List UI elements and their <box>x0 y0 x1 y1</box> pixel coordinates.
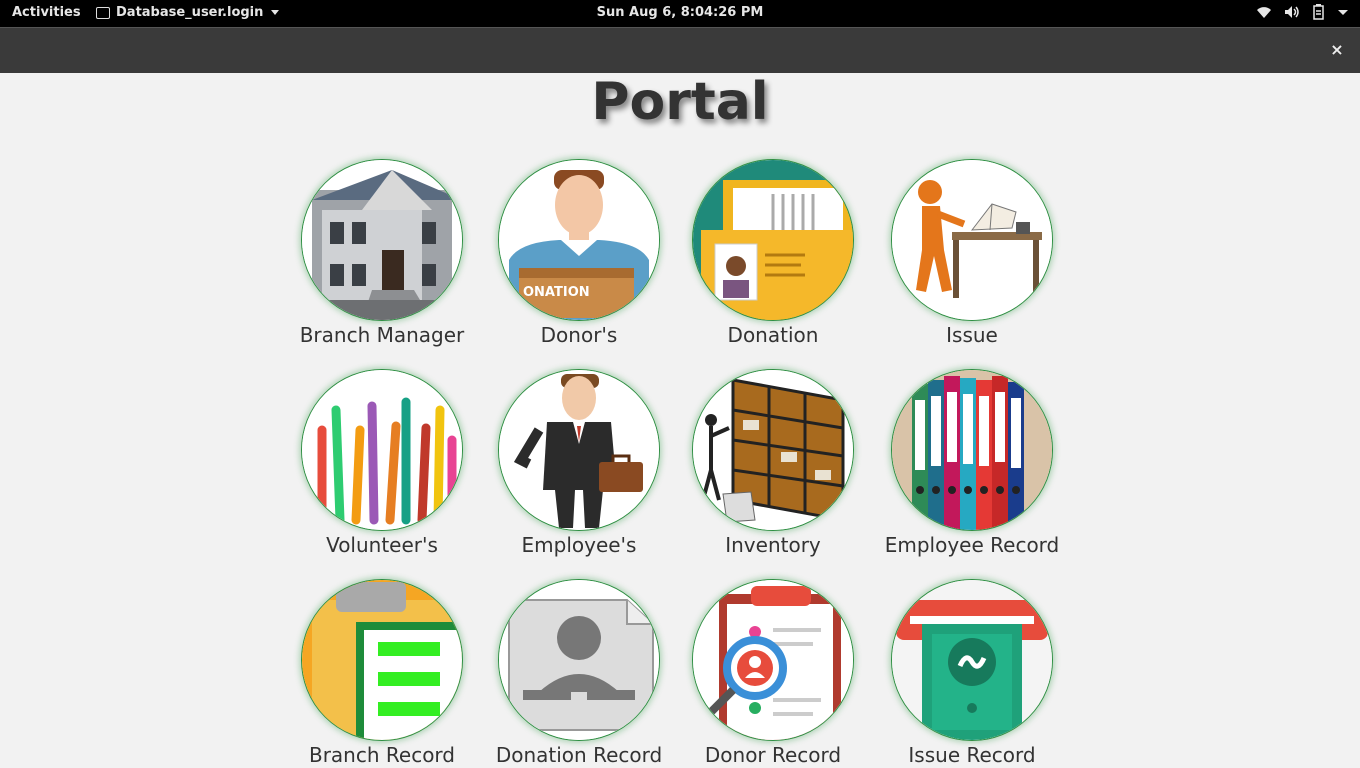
tile-label: Volunteer's <box>326 533 438 557</box>
tile-donor-record[interactable]: Donor Record <box>673 579 873 767</box>
reading-figure-icon <box>891 159 1053 321</box>
tile-label: Branch Record <box>308 743 455 767</box>
raised-hands-icon <box>301 369 463 531</box>
system-tray[interactable] <box>1256 4 1348 20</box>
businessman-icon <box>498 369 660 531</box>
tile-label: Inventory <box>725 533 821 557</box>
tile-label: Donation <box>727 323 819 347</box>
page-title: Portal <box>591 72 769 132</box>
tile-issue[interactable]: Issue <box>872 159 1072 347</box>
system-menu-caret-icon <box>1338 10 1348 15</box>
tile-inventory[interactable]: Inventory <box>673 369 873 557</box>
tile-donors[interactable]: ONATION Donor's <box>479 159 679 347</box>
close-button[interactable]: × <box>1328 40 1346 59</box>
tile-employees[interactable]: Employee's <box>479 369 679 557</box>
building-icon <box>301 159 463 321</box>
donor-icon: ONATION <box>498 159 660 321</box>
wifi-icon <box>1257 7 1271 18</box>
tile-label: Branch Manager <box>299 323 465 347</box>
tile-donation[interactable]: Donation <box>673 159 873 347</box>
tile-donation-record[interactable]: Donation Record <box>479 579 679 767</box>
binders-icon <box>891 369 1053 531</box>
tile-employee-record[interactable]: Employee Record <box>872 369 1072 557</box>
tile-branch-record[interactable]: Branch Record <box>282 579 482 767</box>
tile-label: Donation Record <box>495 743 663 767</box>
system-top-bar: Activities Database_user.login Sun Aug 6… <box>0 0 1360 27</box>
volume-icon <box>1285 6 1299 18</box>
search-profile-icon <box>692 579 854 741</box>
shelves-icon <box>692 369 854 531</box>
contact-card-icon <box>498 579 660 741</box>
tile-branch-manager[interactable]: Branch Manager <box>282 159 482 347</box>
clock[interactable]: Sun Aug 6, 8:04:26 PM <box>0 5 1360 20</box>
folder-profile-icon <box>692 159 854 321</box>
tile-label: Employee's <box>521 533 637 557</box>
money-icon <box>891 579 1053 741</box>
tile-label: Issue <box>946 323 998 347</box>
clipboard-list-icon <box>301 579 463 741</box>
tile-volunteers[interactable]: Volunteer's <box>282 369 482 557</box>
svg-text:ONATION: ONATION <box>523 285 590 300</box>
window-header-bar: × <box>0 27 1360 73</box>
tile-label: Employee Record <box>884 533 1060 557</box>
tile-issue-record[interactable]: Issue Record <box>872 579 1072 767</box>
tile-label: Donor's <box>540 323 618 347</box>
portal-content: Portal Branch Manager ONATION Donor's Do… <box>0 73 1360 768</box>
tile-label: Issue Record <box>908 743 1036 767</box>
tile-label: Donor Record <box>704 743 842 767</box>
battery-icon <box>1313 4 1324 20</box>
